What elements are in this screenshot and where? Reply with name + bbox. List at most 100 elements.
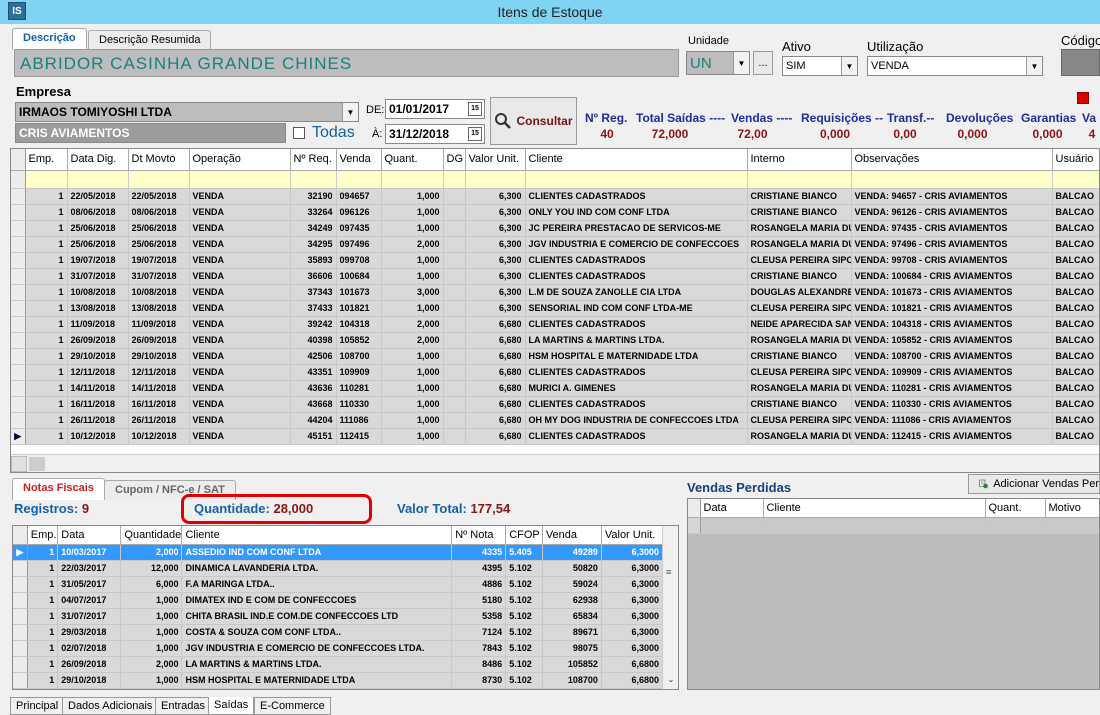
cell[interactable]: 34249 [290,220,337,237]
cell[interactable]: 6,6800 [601,656,664,673]
scroll-grip-icon[interactable]: ≡ [666,568,674,578]
current-row-indicator[interactable]: ▶ [11,428,26,445]
cell[interactable]: CRISTIANE BIANCO [747,204,852,221]
horizontal-scrollbar[interactable] [11,454,1099,472]
cell[interactable]: VENDA [189,412,291,429]
cell[interactable]: VENDA: 94657 - CRIS AVIAMENTOS [851,188,1053,205]
cell[interactable]: 26/09/2018 [57,656,122,673]
cell[interactable]: 5.102 [505,672,543,689]
cell[interactable]: 6,6800 [601,672,664,689]
cell[interactable] [1045,517,1099,534]
cell[interactable]: 32190 [290,188,337,205]
cell[interactable]: VENDA [189,284,291,301]
chevron-down-icon[interactable]: ▼ [1026,57,1042,75]
cell[interactable]: 1 [25,252,68,269]
cell[interactable]: 6,300 [465,204,526,221]
unidade-lookup-button[interactable]: ... [753,51,773,75]
cell[interactable]: 10/12/2018 [67,428,129,445]
cell[interactable]: 6,3000 [601,640,664,657]
cell[interactable]: 1,000 [381,300,444,317]
cell[interactable]: 101673 [336,284,382,301]
cell[interactable]: NEIDE APARECIDA SAN [747,316,852,333]
cell[interactable]: VENDA [189,268,291,285]
cell[interactable]: 50820 [542,560,602,577]
cell[interactable]: 1 [25,396,68,413]
cell[interactable]: CLIENTES CADASTRADOS [525,252,748,269]
empty-row[interactable] [688,517,1099,534]
cell[interactable]: 19/07/2018 [67,252,129,269]
cell[interactable]: 1 [25,268,68,285]
filter-cell[interactable] [1052,170,1099,189]
cell[interactable]: CLIENTES CADASTRADOS [525,396,748,413]
cell[interactable]: 4395 [451,560,507,577]
cell[interactable]: 1,000 [381,364,444,381]
row-indicator[interactable] [11,204,26,221]
row-indicator[interactable] [11,380,26,397]
cell[interactable]: 1,000 [381,268,444,285]
cell[interactable]: 6,000 [120,576,183,593]
cell[interactable]: 1 [25,204,68,221]
tab-descricao-resumida[interactable]: Descrição Resumida [88,30,212,50]
tab-principal[interactable]: Principal [10,697,65,715]
cell[interactable]: 1,000 [120,672,183,689]
cell[interactable]: CRISTIANE BIANCO [747,188,852,205]
cell[interactable]: BALCAO [1052,316,1099,333]
cell[interactable]: 12/11/2018 [128,364,190,381]
filter-cell[interactable] [290,170,337,189]
unidade-select[interactable]: UN ▼ [686,51,750,75]
cell[interactable]: 29/10/2018 [128,348,190,365]
cell[interactable]: 6,3000 [601,592,664,609]
cell[interactable]: DOUGLAS ALEXANDRE [747,284,852,301]
cell[interactable]: VENDA [189,204,291,221]
cell[interactable]: 1,000 [120,640,183,657]
cell[interactable]: 49289 [542,544,602,561]
cell[interactable]: 5.102 [505,656,543,673]
cell[interactable]: BALCAO [1052,268,1099,285]
table-row[interactable]: 1 13/08/2018 13/08/2018 VENDA 37433 101821 1,0… [11,300,1099,317]
cell[interactable]: 1 [25,380,68,397]
cell[interactable]: HSM HOSPITAL E MATERNIDADE LTDA [525,348,748,365]
cell[interactable]: 25/06/2018 [67,220,129,237]
cell[interactable]: VENDA [189,364,291,381]
cell[interactable]: VENDA: 104318 - CRIS AVIAMENTOS [851,316,1053,333]
row-indicator[interactable] [11,284,26,301]
cell[interactable]: 2,000 [120,656,183,673]
cell[interactable]: CLEUSA PEREIRA SIPO [747,412,852,429]
cell[interactable] [443,268,466,285]
cell[interactable]: 22/05/2018 [67,188,129,205]
cell[interactable]: VENDA: 97435 - CRIS AVIAMENTOS [851,220,1053,237]
cell[interactable]: 08/06/2018 [67,204,129,221]
cell[interactable]: 10/12/2018 [128,428,190,445]
cell[interactable]: 43351 [290,364,337,381]
cell[interactable]: 39242 [290,316,337,333]
filter-cell[interactable] [525,170,748,189]
cell[interactable] [443,236,466,253]
cell[interactable]: BALCAO [1052,252,1099,269]
cell[interactable]: 1 [27,640,59,657]
cell[interactable]: 13/08/2018 [67,300,129,317]
cell[interactable]: ROSANGELA MARIA DU [747,220,852,237]
cell[interactable]: 5.405 [505,544,543,561]
cell[interactable]: BALCAO [1052,412,1099,429]
row-indicator[interactable] [11,316,26,333]
filter-cell[interactable] [381,170,444,189]
column-header[interactable]: Data [700,499,764,518]
tab-entradas[interactable]: Entradas [155,697,212,715]
cell[interactable] [443,380,466,397]
cell[interactable]: 5.102 [505,608,543,625]
cell[interactable]: 6,300 [465,300,526,317]
cell[interactable]: 12,000 [120,560,183,577]
cell[interactable]: 22/05/2018 [128,188,190,205]
cell[interactable]: VENDA: 105852 - CRIS AVIAMENTOS [851,332,1053,349]
cell[interactable]: 097496 [336,236,382,253]
cell[interactable] [443,220,466,237]
cell[interactable]: 1 [25,332,68,349]
cell[interactable]: 1 [27,672,59,689]
cell[interactable]: 108700 [542,672,602,689]
cell[interactable]: 10/08/2018 [128,284,190,301]
current-row-indicator[interactable]: ▶ [13,544,28,561]
filter-cell[interactable] [128,170,190,189]
cell[interactable]: 096126 [336,204,382,221]
row-indicator[interactable] [13,656,28,673]
cell[interactable]: 34295 [290,236,337,253]
